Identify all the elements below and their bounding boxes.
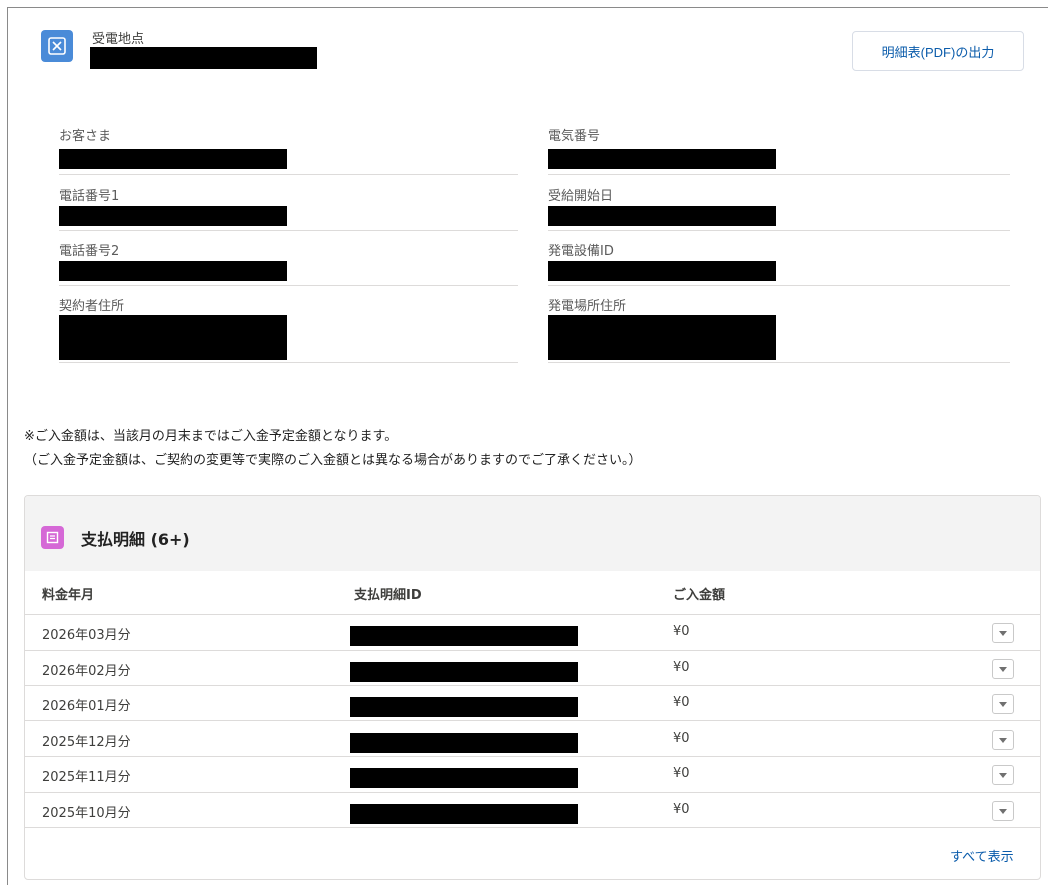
payments-title[interactable]: 支払明細 (6+) bbox=[81, 526, 190, 550]
row-action-dropdown[interactable] bbox=[992, 694, 1014, 714]
page-title: 受電地点 bbox=[92, 32, 145, 47]
row-divider bbox=[25, 685, 1040, 686]
field-label-generation-id: 発電設備ID bbox=[548, 244, 614, 259]
column-header-payment-id[interactable]: 支払明細ID bbox=[354, 584, 422, 603]
redacted-point-name bbox=[90, 47, 317, 69]
row-action-dropdown[interactable] bbox=[992, 801, 1014, 821]
field-divider bbox=[59, 362, 518, 363]
payments-card: 支払明細 (6+) 料金年月 支払明細ID ご入金額 2026年03月分 ¥0 … bbox=[24, 495, 1041, 880]
column-header-month[interactable]: 料金年月 bbox=[42, 584, 94, 603]
redacted-payment-id bbox=[350, 662, 578, 682]
redacted-payment-id bbox=[350, 697, 578, 717]
field-label-contract-address: 契約者住所 bbox=[59, 299, 125, 314]
row-divider bbox=[25, 720, 1040, 721]
row-amount: ¥0 bbox=[673, 660, 690, 675]
row-month: 2026年03月分 bbox=[42, 628, 131, 643]
chevron-down-icon bbox=[999, 808, 1007, 814]
redacted-electric-number bbox=[548, 149, 776, 169]
row-amount: ¥0 bbox=[673, 802, 690, 817]
row-divider bbox=[25, 756, 1040, 757]
view-all-link[interactable]: すべて表示 bbox=[950, 846, 1014, 865]
redacted-phone1 bbox=[59, 206, 287, 226]
redacted-contract-address bbox=[59, 315, 287, 360]
field-divider bbox=[548, 362, 1010, 363]
field-label-electric-number: 電気番号 bbox=[548, 129, 601, 144]
row-amount: ¥0 bbox=[673, 731, 690, 746]
amount-note-detail: （ご入金予定金額は、ご契約の変更等で実際のご入金額とは異なる場合がありますのでご… bbox=[24, 453, 642, 468]
chevron-down-icon bbox=[999, 666, 1007, 672]
row-action-dropdown[interactable] bbox=[992, 659, 1014, 679]
row-month: 2026年01月分 bbox=[42, 699, 131, 714]
row-month: 2025年11月分 bbox=[42, 770, 131, 785]
field-label-phone2: 電話番号2 bbox=[59, 244, 120, 259]
amount-note: ※ご入金額は、当該月の月末まではご入金予定金額となります。 bbox=[24, 429, 398, 444]
field-label-supply-start: 受給開始日 bbox=[548, 189, 614, 204]
row-action-dropdown[interactable] bbox=[992, 765, 1014, 785]
row-divider bbox=[25, 827, 1040, 828]
row-month: 2025年12月分 bbox=[42, 735, 131, 750]
row-month: 2026年02月分 bbox=[42, 664, 131, 679]
redacted-payment-id bbox=[350, 804, 578, 824]
redacted-supply-start bbox=[548, 206, 776, 226]
redacted-payment-id bbox=[350, 733, 578, 753]
row-amount: ¥0 bbox=[673, 624, 690, 639]
row-action-dropdown[interactable] bbox=[992, 623, 1014, 643]
chevron-down-icon bbox=[999, 772, 1007, 778]
field-divider bbox=[59, 174, 518, 175]
field-divider bbox=[548, 285, 1010, 286]
field-label-phone1: 電話番号1 bbox=[59, 189, 120, 204]
column-header-amount[interactable]: ご入金額 bbox=[673, 584, 725, 603]
redacted-payment-id bbox=[350, 626, 578, 646]
field-label-customer: お客さま bbox=[59, 129, 112, 144]
redacted-phone2 bbox=[59, 261, 287, 281]
redacted-generation-id bbox=[548, 261, 776, 281]
chevron-down-icon bbox=[999, 630, 1007, 636]
redacted-customer bbox=[59, 149, 287, 169]
redacted-generation-address bbox=[548, 315, 776, 360]
row-action-dropdown[interactable] bbox=[992, 730, 1014, 750]
field-divider bbox=[59, 285, 518, 286]
field-divider bbox=[548, 230, 1010, 231]
table-header-divider bbox=[25, 614, 1040, 615]
row-amount: ¥0 bbox=[673, 766, 690, 781]
row-month: 2025年10月分 bbox=[42, 806, 131, 821]
pdf-export-button[interactable]: 明細表(PDF)の出力 bbox=[852, 31, 1024, 71]
field-divider bbox=[548, 174, 1010, 175]
field-label-generation-address: 発電場所住所 bbox=[548, 299, 627, 314]
row-divider bbox=[25, 650, 1040, 651]
field-divider bbox=[59, 230, 518, 231]
row-divider bbox=[25, 792, 1040, 793]
chevron-down-icon bbox=[999, 737, 1007, 743]
redacted-payment-id bbox=[350, 768, 578, 788]
power-point-icon bbox=[41, 30, 73, 62]
row-amount: ¥0 bbox=[673, 695, 690, 710]
statement-icon bbox=[41, 526, 64, 549]
chevron-down-icon bbox=[999, 701, 1007, 707]
